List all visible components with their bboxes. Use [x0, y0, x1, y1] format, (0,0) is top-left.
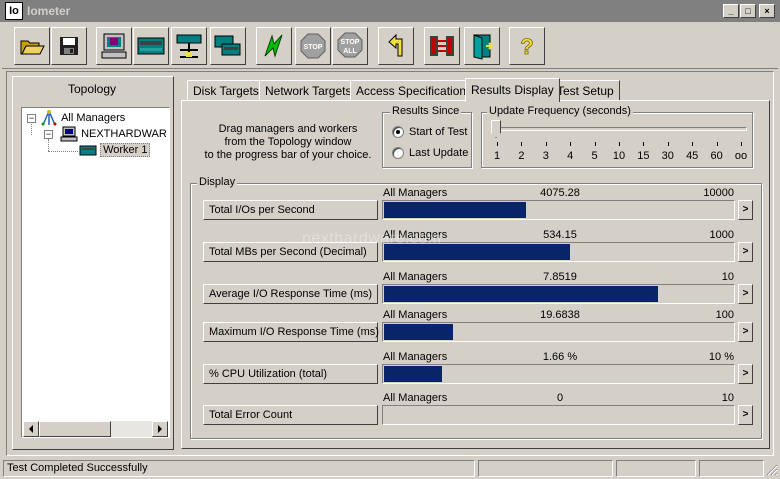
metric-more-button[interactable]: >: [738, 364, 753, 384]
metric-bar-track[interactable]: [382, 284, 735, 304]
metric-value: 4075.28: [540, 187, 580, 199]
metric-source: All Managers: [383, 271, 448, 283]
metric-select-button[interactable]: Average I/O Response Time (ms): [203, 284, 378, 304]
metric-value: 0: [556, 392, 564, 404]
metric-value: 1.66 %: [542, 351, 578, 363]
metric-more-button[interactable]: >: [738, 242, 753, 262]
metric-bar-fill: [384, 366, 442, 382]
metric-more-button[interactable]: >: [738, 322, 753, 342]
metric-bar-track[interactable]: [382, 364, 735, 384]
metric-value: 19.6838: [540, 309, 580, 321]
metric-bar-track[interactable]: [382, 322, 735, 342]
metric-select-button[interactable]: Total I/Os per Second: [203, 200, 378, 220]
metric-select-button[interactable]: Total Error Count: [203, 405, 378, 425]
metric-more-button[interactable]: >: [738, 284, 753, 304]
metric-bar-fill: [384, 202, 527, 218]
metric-more-button[interactable]: >: [738, 405, 753, 425]
metric-source: All Managers: [383, 351, 448, 363]
metric-max: 100: [715, 309, 734, 321]
metric-source: All Managers: [383, 309, 448, 321]
metric-select-button[interactable]: Maximum I/O Response Time (ms): [203, 322, 379, 342]
metric-bar-track[interactable]: [382, 405, 735, 425]
metric-bar-fill: [384, 286, 659, 302]
metric-max: 10: [721, 271, 734, 283]
metric-max: 10 %: [708, 351, 734, 363]
metric-max: 1000: [709, 229, 734, 241]
metric-select-button[interactable]: % CPU Utilization (total): [203, 364, 378, 384]
metric-more-button[interactable]: >: [738, 200, 753, 220]
watermark: nexthardware.com: [302, 230, 442, 247]
metric-source: All Managers: [383, 187, 448, 199]
metric-source: All Managers: [383, 392, 448, 404]
metric-max: 10: [721, 392, 734, 404]
metric-bar-fill: [384, 324, 453, 340]
metric-value: 7.8519: [543, 271, 577, 283]
metric-max: 10000: [703, 187, 734, 199]
metric-bar-track[interactable]: [382, 200, 735, 220]
metric-value: 534.15: [543, 229, 577, 241]
